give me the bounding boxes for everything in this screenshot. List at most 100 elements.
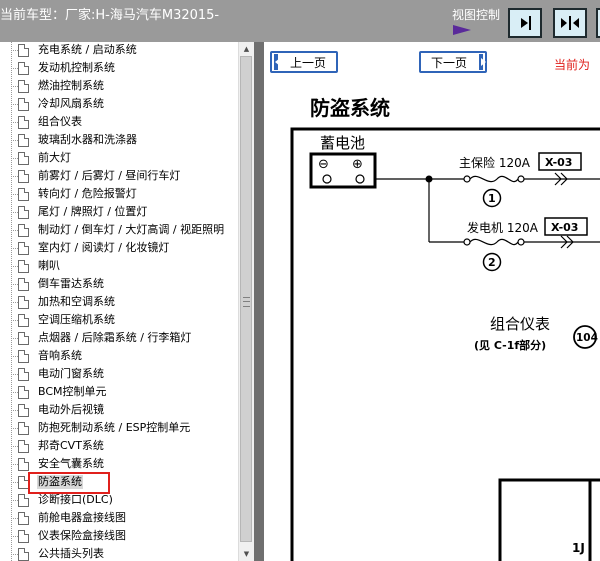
- document-icon: [18, 529, 29, 543]
- selection-highlight: [28, 472, 110, 494]
- tree-item[interactable]: BCM控制单元: [11, 384, 108, 400]
- battery-label: 蓄电池: [320, 134, 365, 152]
- tree-item[interactable]: 转向灯 / 危险报警灯: [11, 186, 138, 202]
- tree-item-label: 喇叭: [38, 259, 60, 272]
- tree-item-label: 尾灯 / 牌照灯 / 位置灯: [38, 205, 148, 218]
- battery-terminal-pos: [355, 174, 365, 184]
- document-icon: [18, 259, 29, 273]
- tree-item[interactable]: 安全气囊系统: [11, 456, 105, 472]
- document-icon: [18, 205, 29, 219]
- tree-branch-line: [11, 104, 18, 105]
- fuse2-end-left: [463, 238, 471, 246]
- toggle-left-panel-button[interactable]: [508, 8, 542, 38]
- battery-plus-icon: ⊕: [352, 157, 363, 172]
- document-icon: [18, 295, 29, 309]
- tree-item[interactable]: 公共插头列表: [11, 546, 105, 561]
- tree-item-label: 邦奇CVT系统: [38, 439, 104, 452]
- document-icon: [18, 97, 29, 111]
- cluster-label: 组合仪表: [490, 315, 550, 333]
- tree-scrollbar[interactable]: ▲ ▼: [238, 42, 254, 561]
- document-icon: [18, 169, 29, 183]
- fuse1-end-left: [463, 175, 471, 183]
- scroll-down-icon[interactable]: ▼: [239, 547, 254, 561]
- tree-item[interactable]: 加热和空调系统: [11, 294, 116, 310]
- tree-item[interactable]: 燃油控制系统: [11, 78, 105, 94]
- tree-item[interactable]: 点烟器 / 后除霜系统 / 行李箱灯: [11, 330, 192, 346]
- tree-branch-line: [11, 266, 18, 267]
- tree-item[interactable]: 空调压缩机系统: [11, 312, 116, 328]
- tree-item-label: 仪表保险盒接线图: [38, 529, 126, 542]
- cluster-reference: (见 C-1f部分): [474, 338, 546, 352]
- tree-item-label: 冷却风扇系统: [38, 97, 104, 110]
- document-icon: [18, 331, 29, 345]
- document-icon: [18, 241, 29, 255]
- tree-branch-line: [11, 230, 18, 231]
- tree-branch-line: [11, 320, 18, 321]
- tree-item[interactable]: 充电系统 / 启动系统: [11, 42, 138, 58]
- tree-item[interactable]: 防抱死制动系统 / ESP控制单元: [11, 420, 191, 436]
- document-icon: [18, 61, 29, 75]
- tree-item-label: BCM控制单元: [38, 385, 107, 398]
- tree-item[interactable]: 前大灯: [11, 150, 72, 166]
- tree-branch-line: [11, 464, 18, 465]
- tree-branch-line: [11, 554, 18, 555]
- tree-branch-line: [11, 284, 18, 285]
- tree-item-label: 燃油控制系统: [38, 79, 104, 92]
- tree-item[interactable]: 仪表保险盒接线图: [11, 528, 127, 544]
- tree-item[interactable]: 玻璃刮水器和洗涤器: [11, 132, 138, 148]
- fuse2-connector-label: X-03: [551, 221, 578, 234]
- battery-minus-icon: ⊖: [318, 157, 329, 172]
- document-icon: [18, 511, 29, 525]
- document-icon: [18, 367, 29, 381]
- toolbar-button-partial[interactable]: [596, 8, 600, 38]
- fuse2-symbol: [469, 238, 519, 246]
- panel-left-arrow-icon: [521, 16, 531, 30]
- document-icon: [18, 349, 29, 363]
- tree-branch-line: [11, 356, 18, 357]
- tree-item-label: 加热和空调系统: [38, 295, 115, 308]
- module-box: [498, 478, 600, 561]
- tree-item[interactable]: 电动外后视镜: [11, 402, 105, 418]
- document-icon: [18, 151, 29, 165]
- tree-item[interactable]: 室内灯 / 阅读灯 / 化妆镜灯: [11, 240, 170, 256]
- tree-branch-line: [11, 518, 18, 519]
- document-icon: [18, 493, 29, 507]
- tree-item[interactable]: 喇叭: [11, 258, 61, 274]
- document-icon: [18, 313, 29, 327]
- tree-branch-line: [11, 176, 18, 177]
- tree-item[interactable]: 尾灯 / 牌照灯 / 位置灯: [11, 204, 148, 220]
- view-triangle-icon[interactable]: [452, 24, 472, 36]
- split-panels-icon: [561, 16, 579, 30]
- tree-item[interactable]: 电动门窗系统: [11, 366, 105, 382]
- tree-item-label: 空调压缩机系统: [38, 313, 115, 326]
- tree-item[interactable]: 组合仪表: [11, 114, 83, 130]
- tree-item-label: 室内灯 / 阅读灯 / 化妆镜灯: [38, 241, 170, 254]
- document-icon: [18, 277, 29, 291]
- pane-splitter[interactable]: [254, 42, 264, 561]
- vehicle-title: 当前车型：厂家:H-海马汽车M32015-: [0, 8, 220, 23]
- tree-branch-line: [11, 248, 18, 249]
- tree-branch-line: [11, 50, 18, 51]
- tree-item[interactable]: 邦奇CVT系统: [11, 438, 105, 454]
- tree-item[interactable]: 冷却风扇系统: [11, 96, 105, 112]
- tree-item-label: 前舱电器盒接线图: [38, 511, 126, 524]
- document-icon: [18, 79, 29, 93]
- tree-item[interactable]: 发动机控制系统: [11, 60, 116, 76]
- tree-item[interactable]: 前舱电器盒接线图: [11, 510, 127, 526]
- scroll-thumb[interactable]: [240, 56, 252, 542]
- scroll-up-icon[interactable]: ▲: [239, 42, 254, 56]
- diagram-frame: [290, 127, 600, 561]
- tree-item[interactable]: 音响系统: [11, 348, 83, 364]
- split-view-button[interactable]: [553, 8, 587, 38]
- tree-item[interactable]: 前雾灯 / 后雾灯 / 昼间行车灯: [11, 168, 181, 184]
- tree-item-label: 音响系统: [38, 349, 82, 362]
- fuse1-label: 主保险 120A: [459, 155, 531, 170]
- tree-item[interactable]: 诊断接口(DLC): [11, 492, 114, 508]
- battery-terminal-neg: [322, 174, 332, 184]
- document-icon: [18, 457, 29, 471]
- fuse2-number: 2: [488, 256, 496, 269]
- tree-item-label: 转向灯 / 危险报警灯: [38, 187, 137, 200]
- tree-item[interactable]: 倒车雷达系统: [11, 276, 105, 292]
- document-icon: [18, 133, 29, 147]
- tree-item[interactable]: 制动灯 / 倒车灯 / 大灯高调 / 视距照明: [11, 222, 225, 238]
